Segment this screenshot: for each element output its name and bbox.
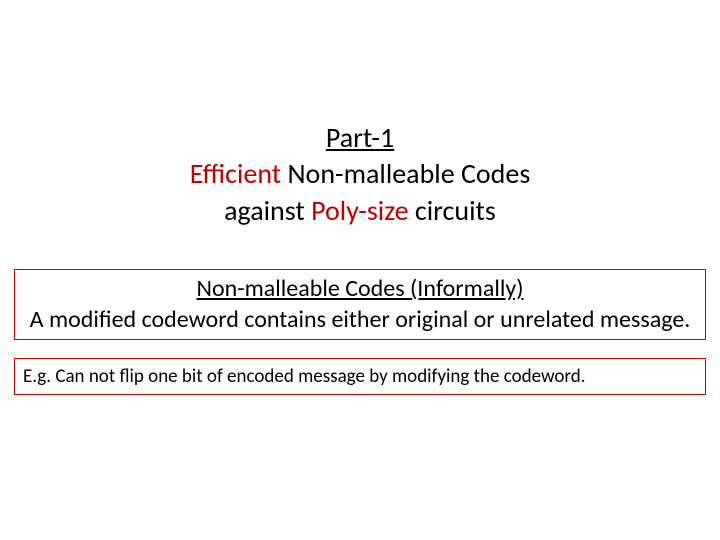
- definition-body: A modified codeword contains either orig…: [23, 305, 697, 335]
- title-line-3: against Poly-size circuits: [10, 193, 710, 229]
- title-line3-suffix: circuits: [409, 193, 496, 228]
- title-efficient: Efficient: [190, 156, 281, 191]
- example-box: E.g. Can not flip one bit of encoded mes…: [14, 358, 706, 395]
- definition-box: Non-malleable Codes (Informally) A modif…: [14, 269, 706, 340]
- title-line-2: Efficient Non-malleable Codes: [10, 156, 710, 192]
- title-polysize: Poly-size: [311, 193, 408, 228]
- definition-heading: Non-malleable Codes (Informally): [23, 274, 697, 303]
- slide-title: Part-1 Efficient Non-malleable Codes aga…: [10, 120, 710, 229]
- title-line-1: Part-1: [10, 120, 710, 156]
- title-line2-rest: Non-malleable Codes: [281, 156, 530, 191]
- example-body: E.g. Can not flip one bit of encoded mes…: [23, 365, 697, 388]
- title-line3-prefix: against: [224, 193, 311, 228]
- title-part-label: Part-1: [326, 120, 394, 155]
